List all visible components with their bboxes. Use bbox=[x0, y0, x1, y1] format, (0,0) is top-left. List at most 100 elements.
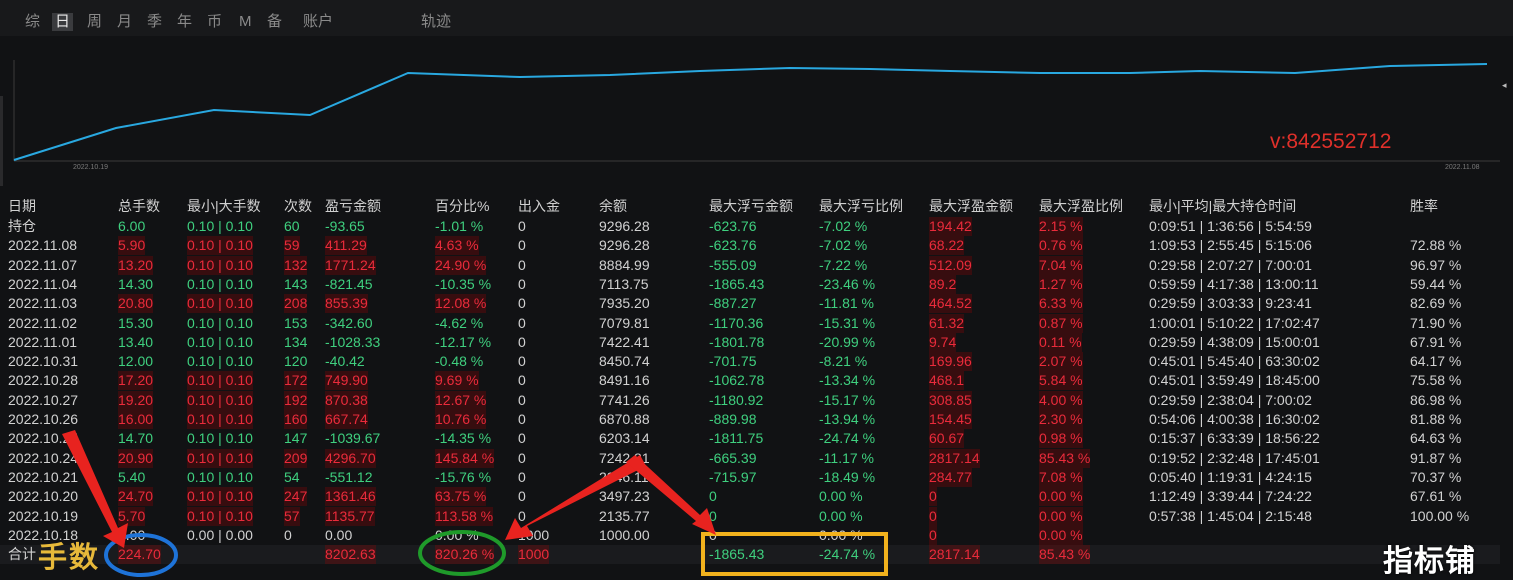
column-header[interactable]: 最大浮盈金额 bbox=[929, 197, 1013, 216]
cell-win: 75.58 % bbox=[1410, 372, 1462, 389]
cell-date: 2022.10.24 bbox=[8, 449, 79, 466]
column-header[interactable]: 最大浮亏金额 bbox=[709, 197, 793, 216]
cell-pl: 411.29 bbox=[325, 236, 367, 256]
cell-balance: 6203.14 bbox=[599, 430, 650, 447]
table-row[interactable]: 2022.11.07 13.20 0.10 | 0.10 132 1771.24 24.9… bbox=[0, 255, 1500, 275]
cell-time: 1:00:01 | 5:10:22 | 17:02:47 bbox=[1149, 314, 1320, 331]
table-row[interactable]: 2022.10.21 5.40 0.10 | 0.10 54 -551.12 -15.76… bbox=[0, 467, 1500, 487]
column-header[interactable]: 最小|平均|最大持仓时间 bbox=[1149, 197, 1296, 216]
cell-maxprofit-pct: 2.30 % bbox=[1039, 410, 1083, 429]
cell-win: 81.88 % bbox=[1410, 411, 1462, 427]
cell-balance: 7422.41 bbox=[599, 333, 650, 350]
cell-date: 2022.10.20 bbox=[8, 488, 79, 505]
cell-minmax: 0.10 | 0.10 bbox=[187, 333, 253, 350]
table-row[interactable]: 持仓 6.00 0.10 | 0.10 60 -93.65 -1.01 % 0 9296.28… bbox=[0, 217, 1500, 236]
cell-maxprofit: 89.2 bbox=[929, 274, 957, 294]
column-header[interactable]: 盈亏金额 bbox=[325, 197, 381, 216]
cell-minmax: 0.10 | 0.10 bbox=[187, 353, 253, 370]
cell-count: 54 bbox=[284, 468, 300, 485]
collapse-arrow-icon[interactable]: ◂ bbox=[1502, 80, 1510, 92]
column-header[interactable]: 胜率 bbox=[1410, 197, 1438, 216]
tab-10[interactable]: 轨迹 bbox=[418, 13, 454, 31]
cell-count: 208 bbox=[284, 294, 308, 314]
cell-flow: 0 bbox=[518, 411, 526, 427]
cell-lots: 5.40 bbox=[118, 468, 146, 485]
cell-time: 0:54:06 | 4:00:38 | 16:30:02 bbox=[1149, 411, 1320, 427]
cell-lots: 15.30 bbox=[118, 314, 154, 331]
cell-maxprofit: 154.45 bbox=[929, 410, 972, 429]
column-header[interactable]: 日期 bbox=[8, 197, 36, 216]
cell-count: 134 bbox=[284, 333, 308, 350]
table-row[interactable]: 2022.10.28 17.20 0.10 | 0.10 172 749.90 9.69 … bbox=[0, 371, 1500, 391]
column-header[interactable]: 余额 bbox=[599, 197, 627, 216]
table-row[interactable]: 2022.11.02 15.30 0.10 | 0.10 153 -342.60 -4.6… bbox=[0, 313, 1500, 333]
table-row[interactable]: 2022.10.24 20.90 0.10 | 0.10 209 4296.70 145.… bbox=[0, 448, 1500, 468]
cell-count: 172 bbox=[284, 371, 308, 391]
cell-pl: 1771.24 bbox=[325, 255, 376, 275]
cell-flow: 0 bbox=[518, 295, 526, 312]
cell-maxprofit: 308.85 bbox=[929, 390, 972, 410]
cell-lots: 14.70 bbox=[118, 430, 154, 447]
cell-date: 2022.11.08 bbox=[8, 237, 78, 254]
tab-8[interactable]: 备 bbox=[264, 13, 285, 31]
tab-5[interactable]: 年 bbox=[174, 13, 195, 31]
column-header[interactable]: 出入金 bbox=[518, 197, 560, 216]
cell-date: 2022.11.03 bbox=[8, 295, 78, 312]
tab-2[interactable]: 周 bbox=[84, 13, 105, 31]
equity-curve-chart: ◂ bbox=[0, 36, 1513, 190]
cell-pl: -551.12 bbox=[325, 468, 373, 485]
table-row[interactable]: 2022.10.20 24.70 0.10 | 0.10 247 1361.46 63.7… bbox=[0, 487, 1500, 507]
table-row[interactable]: 2022.11.08 5.90 0.10 | 0.10 59 411.29 4.63 % 0… bbox=[0, 236, 1500, 256]
table-total-row[interactable]: 合计 224.70 8202.63 820.26 % 1000 -1865.43 -24.7… bbox=[0, 545, 1500, 564]
cell-time: 0:15:37 | 6:33:39 | 18:56:22 bbox=[1149, 430, 1320, 447]
cell-lots: 16.00 bbox=[118, 410, 154, 429]
tab-7[interactable]: M bbox=[236, 13, 255, 31]
tab-6[interactable]: 币 bbox=[204, 13, 225, 31]
cell-count: 247 bbox=[284, 487, 308, 507]
table-row[interactable]: 2022.11.01 13.40 0.10 | 0.10 134 -1028.33 -12… bbox=[0, 332, 1500, 352]
column-header[interactable]: 最大浮盈比例 bbox=[1039, 197, 1123, 216]
cell-maxprofit: 468.1 bbox=[929, 371, 965, 391]
tab-0[interactable]: 综 bbox=[22, 13, 43, 31]
cell-date: 2022.10.26 bbox=[8, 411, 79, 427]
table-row[interactable]: 2022.10.31 12.00 0.10 | 0.10 120 -40.42 -0.48… bbox=[0, 352, 1500, 372]
column-header[interactable]: 百分比% bbox=[435, 197, 489, 216]
cell-date: 持仓 bbox=[8, 218, 36, 234]
cell-maxprofit-pct: 2.07 % bbox=[1039, 352, 1083, 372]
cell-date: 2022.10.31 bbox=[8, 353, 79, 370]
tab-9[interactable]: 账户 bbox=[300, 13, 336, 31]
cell-pl: -40.42 bbox=[325, 353, 365, 370]
cell-maxprofit-pct: 85.43 % bbox=[1039, 448, 1091, 468]
cell-date: 2022.11.01 bbox=[8, 333, 78, 350]
cell-time: 1:09:53 | 2:55:45 | 5:15:06 bbox=[1149, 237, 1312, 254]
cell-time: 0:29:59 | 4:38:09 | 15:00:01 bbox=[1149, 333, 1320, 350]
cell-balance: 7935.20 bbox=[599, 295, 650, 312]
table-row[interactable]: 2022.10.25 14.70 0.10 | 0.10 147 -1039.67 -14… bbox=[0, 429, 1500, 449]
cell-pct: -0.48 % bbox=[435, 353, 484, 370]
chart-left-scrollbar[interactable] bbox=[0, 96, 3, 186]
tab-3[interactable]: 月 bbox=[114, 13, 135, 31]
tab-1[interactable]: 日 bbox=[52, 13, 74, 31]
cell-pct: -14.35 % bbox=[435, 430, 492, 447]
cell-pl: -821.45 bbox=[325, 275, 373, 292]
cell-maxloss: -715.97 bbox=[709, 468, 757, 485]
table-row[interactable]: 2022.11.04 14.30 0.10 | 0.10 143 -821.45 -10.… bbox=[0, 274, 1500, 294]
column-header[interactable]: 总手数 bbox=[118, 197, 160, 216]
table-row[interactable]: 2022.10.26 16.00 0.10 | 0.10 160 667.74 10.76… bbox=[0, 410, 1500, 429]
table-row[interactable]: 2022.11.03 20.80 0.10 | 0.10 208 855.39 12.08… bbox=[0, 294, 1500, 314]
column-header[interactable]: 最大浮亏比例 bbox=[819, 197, 903, 216]
cell-pct: -1.01 % bbox=[435, 218, 484, 234]
table-row[interactable]: 2022.10.27 19.20 0.10 | 0.10 192 870.38 12.67… bbox=[0, 390, 1500, 410]
cell-maxprofit: 169.96 bbox=[929, 352, 972, 372]
tab-4[interactable]: 季 bbox=[144, 13, 165, 31]
cell-lots: 17.20 bbox=[118, 371, 154, 391]
cell-flow: 0 bbox=[518, 372, 526, 389]
table-row[interactable]: 2022.10.18 0.00 0.00 | 0.00 0 0.00 0.00 % 1000… bbox=[0, 525, 1500, 545]
cell-win: 67.91 % bbox=[1410, 333, 1462, 350]
cell-win: 82.69 % bbox=[1410, 295, 1462, 312]
cell-balance: 9296.28 bbox=[599, 218, 650, 234]
column-header[interactable]: 最小|大手数 bbox=[187, 197, 261, 216]
cell-flow: 0 bbox=[518, 449, 526, 466]
column-header[interactable]: 次数 bbox=[284, 197, 312, 216]
table-row[interactable]: 2022.10.19 5.70 0.10 | 0.10 57 1135.77 113.58… bbox=[0, 506, 1500, 526]
